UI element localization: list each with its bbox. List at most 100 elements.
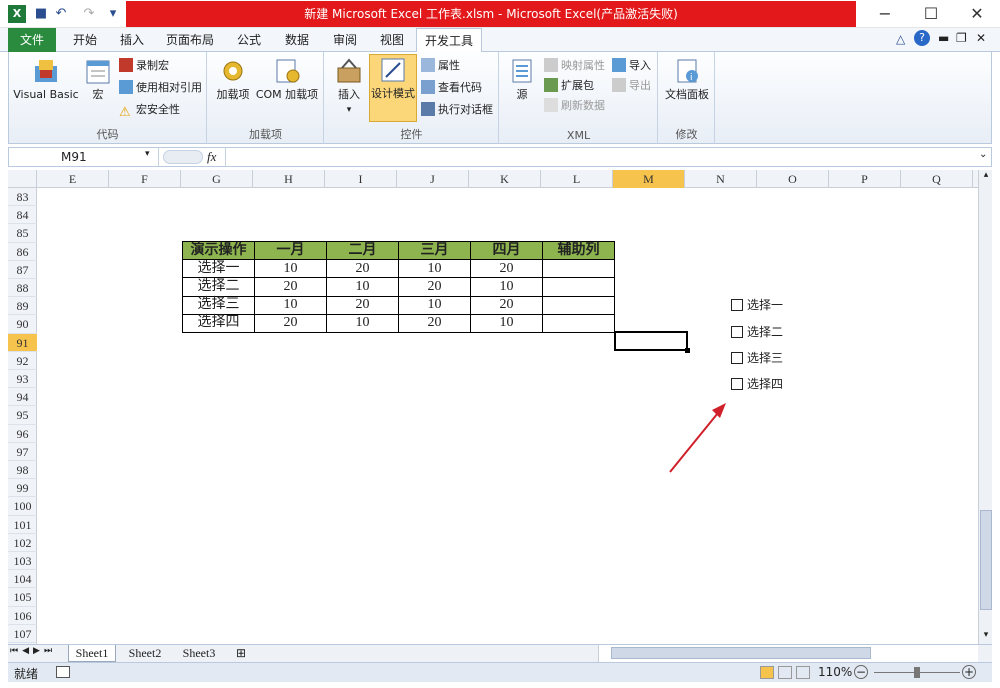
redo-icon[interactable]: ↷ [80,5,98,23]
zoom-slider-thumb[interactable] [914,667,920,678]
sheet-tab-sheet1[interactable]: Sheet1 [68,645,116,662]
row-header-98[interactable]: 98 [8,461,37,480]
row-header-89[interactable]: 89 [8,297,37,316]
doc-close-icon[interactable]: ✕ [976,31,986,45]
row-header-102[interactable]: 102 [8,534,37,552]
select-all-corner[interactable] [8,170,37,188]
table-cell[interactable] [542,295,615,315]
table-cell[interactable]: 10 [398,259,471,279]
worksheet-grid[interactable]: 演示操作 一月 二月 三月 四月 辅助列 选择一 10 20 10 20 选择二 20 10… [37,188,978,644]
expansion-packs-button[interactable]: 扩展包 [544,76,594,96]
refresh-data-button[interactable]: 刷新数据 [544,96,605,116]
doc-minimize-icon[interactable]: ▬ [938,31,949,45]
tab-data[interactable]: 数据 [274,28,320,52]
map-properties-button[interactable]: 映射属性 [544,56,605,76]
row-header-107[interactable]: 107 [8,625,37,643]
row-header-105[interactable]: 105 [8,588,37,607]
table-cell[interactable]: 10 [326,313,399,333]
properties-button[interactable]: 属性 [421,56,460,76]
column-header-j[interactable]: J [397,170,469,188]
checkbox-option-4[interactable]: 选择四 [731,375,783,393]
table-cell[interactable]: 选择二 [182,277,255,297]
run-dialog-button[interactable]: 执行对话框 [421,100,493,120]
table-header-cell[interactable]: 二月 [326,240,399,261]
doc-restore-icon[interactable]: ❐ [956,31,967,45]
table-cell[interactable]: 20 [326,295,399,315]
table-header-cell[interactable]: 四月 [470,240,543,261]
import-button[interactable]: 导入 [612,56,651,76]
row-header-88[interactable]: 88 [8,279,37,298]
column-header-h[interactable]: H [253,170,325,188]
visual-basic-button[interactable]: Visual Basic [11,56,81,102]
tab-page-layout[interactable]: 页面布局 [158,28,222,52]
row-header-97[interactable]: 97 [8,443,37,461]
table-cell[interactable]: 选择四 [182,313,255,333]
row-header-84[interactable]: 84 [8,206,37,225]
table-cell[interactable]: 20 [470,259,543,279]
table-cell[interactable]: 选择三 [182,295,255,315]
selected-cell[interactable] [614,331,688,351]
horizontal-scrollbar[interactable] [598,645,978,662]
new-sheet-icon[interactable]: ⊞ [230,645,252,662]
ribbon-minimize-icon[interactable]: △ [896,32,905,46]
document-panel-button[interactable]: i 文档面板 [661,56,713,102]
design-mode-button[interactable]: 设计模式 [369,54,417,122]
row-header-83[interactable]: 83 [8,188,37,207]
name-box-dropdown-icon[interactable]: ▾ [145,149,150,159]
tab-developer[interactable]: 开发工具 [416,28,482,53]
table-cell[interactable] [542,277,615,297]
row-header-96[interactable]: 96 [8,425,37,443]
table-cell[interactable]: 20 [326,259,399,279]
normal-view-icon[interactable] [760,666,774,679]
table-cell[interactable]: 10 [254,259,327,279]
row-header-106[interactable]: 106 [8,607,37,625]
sheet-tab-sheet2[interactable]: Sheet2 [120,645,170,662]
fill-handle[interactable] [685,348,690,353]
table-cell[interactable]: 10 [470,277,543,297]
insert-function-button[interactable]: fx [207,149,216,165]
table-cell[interactable]: 20 [398,313,471,333]
row-header-95[interactable]: 95 [8,406,37,425]
tab-file[interactable]: 文件 [8,28,56,52]
undo-icon[interactable]: ↶ [52,5,70,23]
table-cell[interactable]: 20 [254,313,327,333]
column-header-k[interactable]: K [469,170,541,188]
table-header-cell[interactable]: 演示操作 [182,240,255,261]
column-header-o[interactable]: O [757,170,829,188]
zoom-in-icon[interactable]: + [962,665,976,679]
column-header-l[interactable]: L [541,170,613,188]
xml-source-button[interactable]: 源 [504,56,540,102]
checkbox-option-1[interactable]: 选择一 [731,296,783,314]
checkbox-option-2[interactable]: 选择二 [731,323,783,341]
table-header-cell[interactable]: 一月 [254,240,327,261]
export-button[interactable]: 导出 [612,76,651,96]
column-header-q[interactable]: Q [901,170,973,188]
save-icon[interactable]: ■ [32,5,50,23]
row-header-100[interactable]: 100 [8,497,37,516]
row-header-104[interactable]: 104 [8,570,37,589]
row-header-99[interactable]: 99 [8,479,37,498]
column-header-i[interactable]: I [325,170,397,188]
row-header-86[interactable]: 86 [8,243,37,261]
table-cell[interactable]: 选择一 [182,259,255,279]
column-header-e[interactable]: E [37,170,109,188]
table-cell[interactable] [542,313,615,333]
name-box[interactable]: M91 [9,148,159,166]
sheet-nav-arrows-icon[interactable]: ⏮◀▶⏭ [10,646,56,656]
table-cell[interactable] [542,259,615,279]
table-cell[interactable]: 10 [326,277,399,297]
column-header-m[interactable]: M [613,170,685,188]
formula-expand-icon[interactable]: ⌄ [979,149,987,160]
tab-insert[interactable]: 插入 [110,28,154,52]
customize-toolbar-icon[interactable]: ▾ [104,5,122,23]
column-header-p[interactable]: P [829,170,901,188]
help-icon[interactable]: ? [914,30,930,46]
sheet-tab-sheet3[interactable]: Sheet3 [174,645,224,662]
scroll-down-icon[interactable]: ▾ [980,630,992,642]
row-header-91[interactable]: 91 [8,333,37,352]
minimize-button[interactable]: − [862,0,908,28]
table-cell[interactable]: 20 [398,277,471,297]
formula-expander-icon[interactable] [163,150,203,164]
hscroll-thumb[interactable] [611,647,871,659]
table-cell[interactable]: 10 [470,313,543,333]
